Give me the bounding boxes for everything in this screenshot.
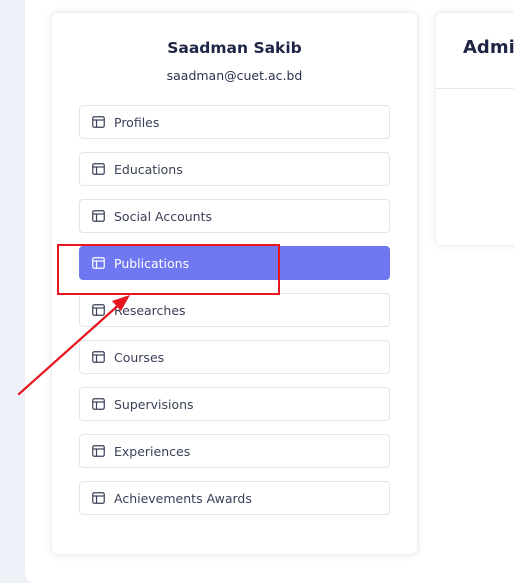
menu-item-label: Supervisions [114, 396, 194, 412]
table-icon [92, 445, 105, 457]
menu-item-profiles[interactable]: Profiles [79, 105, 390, 139]
table-icon [92, 116, 105, 128]
table-icon [92, 398, 105, 410]
menu-item-label: Experiences [114, 443, 191, 459]
table-icon [92, 304, 105, 316]
admin-card: Admi [435, 12, 514, 246]
menu-item-label: Profiles [114, 114, 160, 130]
menu-item-label: Educations [114, 161, 183, 177]
admin-title: Admi [463, 37, 514, 58]
table-icon [92, 492, 105, 504]
menu-item-supervisions[interactable]: Supervisions [79, 387, 390, 421]
annotation-highlight-box [57, 244, 280, 295]
menu-item-achievements-awards[interactable]: Achievements Awards [79, 481, 390, 515]
user-email: saadman@cuet.ac.bd [166, 68, 303, 83]
table-icon [92, 210, 105, 222]
menu-item-experiences[interactable]: Experiences [79, 434, 390, 468]
menu-item-courses[interactable]: Courses [79, 340, 390, 374]
menu-item-label: Researches [114, 302, 186, 318]
menu-item-researches[interactable]: Researches [79, 293, 390, 327]
menu-item-educations[interactable]: Educations [79, 152, 390, 186]
divider [436, 88, 514, 89]
user-name: Saadman Sakib [167, 39, 302, 57]
menu-item-social-accounts[interactable]: Social Accounts [79, 199, 390, 233]
menu-item-label: Social Accounts [114, 208, 213, 224]
menu-item-label: Courses [114, 349, 165, 365]
table-icon [92, 351, 105, 363]
table-icon [92, 163, 105, 175]
menu-item-label: Achievements Awards [114, 490, 252, 506]
